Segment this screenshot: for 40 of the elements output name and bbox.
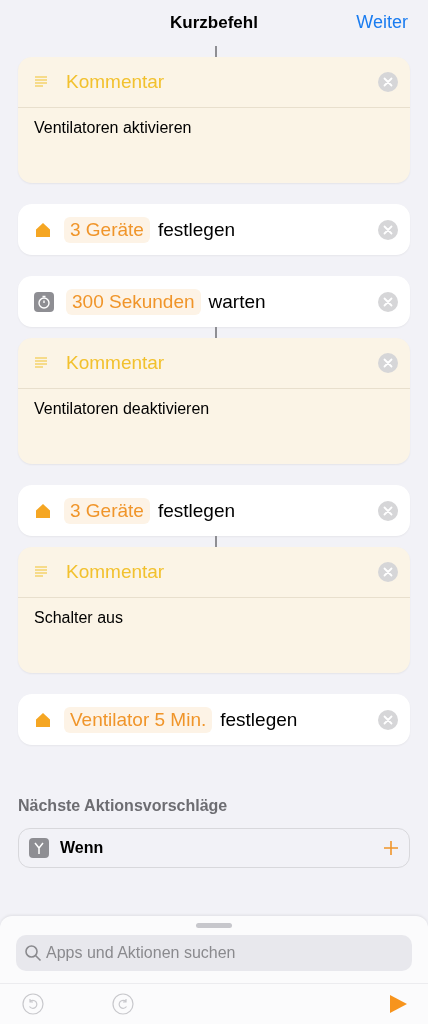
close-icon[interactable] <box>378 219 398 240</box>
close-icon[interactable] <box>378 500 398 521</box>
search-field[interactable]: Apps und Aktionen suchen <box>16 935 412 971</box>
action-verb: warten <box>208 290 267 313</box>
play-button[interactable] <box>388 994 408 1014</box>
suggestion-item[interactable]: Wenn <box>18 828 410 868</box>
text-lines-icon <box>34 357 48 369</box>
comment-card[interactable]: Kommentar Schalter aus <box>18 547 410 673</box>
nav-title: Kurzbefehl <box>170 13 258 33</box>
next-button[interactable]: Weiter <box>356 12 408 33</box>
comment-card[interactable]: Kommentar Ventilatoren deaktivieren <box>18 338 410 464</box>
action-verb: festlegen <box>157 218 237 241</box>
action-verb: festlegen <box>220 708 299 731</box>
close-icon[interactable] <box>378 291 398 312</box>
plus-icon[interactable] <box>383 840 399 856</box>
text-lines-icon <box>34 76 48 88</box>
comment-title: Kommentar <box>66 561 166 583</box>
house-icon <box>34 501 52 520</box>
comment-text[interactable]: Ventilatoren deaktivieren <box>18 389 410 418</box>
comment-text[interactable]: Schalter aus <box>18 598 410 627</box>
house-icon <box>34 710 52 729</box>
section-heading: Nächste Aktionsvorschläge <box>18 797 229 815</box>
comment-title: Kommentar <box>66 352 166 374</box>
comment-title: Kommentar <box>66 71 166 93</box>
close-icon[interactable] <box>378 353 398 373</box>
action-card[interactable]: 3 Geräte festlegen <box>18 204 410 255</box>
close-icon[interactable] <box>378 562 398 582</box>
search-icon <box>24 944 42 962</box>
text-lines-icon <box>34 566 48 578</box>
comment-card[interactable]: Kommentar Ventilatoren aktivieren <box>18 57 410 183</box>
comment-text[interactable]: Ventilatoren aktivieren <box>18 108 410 137</box>
action-card[interactable]: Ventilator 5 Min. festlegen <box>18 694 410 745</box>
action-card[interactable]: 3 Geräte festlegen <box>18 485 410 536</box>
branch-icon <box>29 838 49 858</box>
house-icon <box>34 220 52 239</box>
action-card[interactable]: 300 Sekunden warten <box>18 276 410 327</box>
action-verb: festlegen <box>157 499 237 522</box>
timer-icon <box>34 291 54 312</box>
close-icon[interactable] <box>378 72 398 92</box>
close-icon[interactable] <box>378 709 398 730</box>
